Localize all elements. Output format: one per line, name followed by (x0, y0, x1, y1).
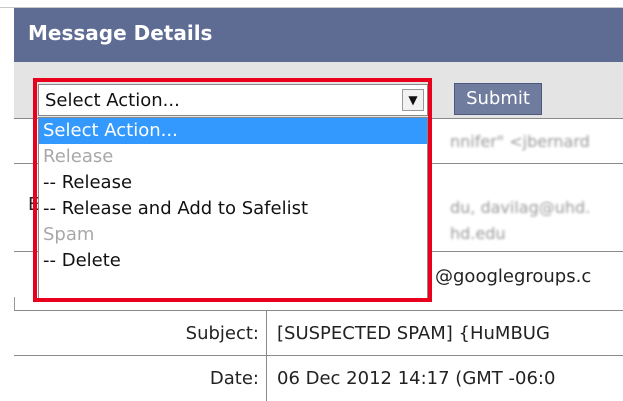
detail-row-subject: Subject: [SUSPECTED SPAM] {HuMBUG (14, 310, 623, 356)
date-label: Date: (209, 368, 259, 389)
subject-value: [SUSPECTED SPAM] {HuMBUG (277, 323, 550, 344)
top-strip (0, 0, 623, 8)
recipients-value-line2: hd.edu (450, 224, 506, 243)
from-value-partial: nnifer" <jbernard (450, 132, 590, 151)
option-release[interactable]: -- Release (39, 170, 427, 196)
submit-button[interactable]: Submit (454, 83, 542, 115)
panel-title: Message Details (28, 21, 213, 45)
detail-row-date: Date: 06 Dec 2012 14:17 (GMT -06:0 (14, 355, 623, 401)
chevron-down-icon[interactable]: ▼ (402, 89, 424, 111)
option-delete[interactable]: -- Delete (39, 248, 427, 274)
action-dropdown-list: Select Action... Release -- Release -- R… (38, 117, 428, 300)
to-value-partial: @googlegroups.c (435, 266, 592, 287)
date-value: 06 Dec 2012 14:17 (GMT -06:0 (277, 368, 556, 389)
option-select-action[interactable]: Select Action... (39, 118, 427, 144)
optgroup-release: Release (43, 146, 114, 167)
recipients-value-line1: du, davilag@uhd. (450, 198, 591, 217)
subject-label: Subject: (185, 323, 259, 344)
row-divider (266, 356, 267, 401)
action-select[interactable]: Select Action... ▼ (38, 84, 428, 116)
optgroup-spam: Spam (43, 224, 95, 245)
action-select-value: Select Action... (45, 90, 180, 111)
message-details-panel: Message Details nnifer" <jbernard E du, … (0, 0, 623, 401)
option-release-add-safelist[interactable]: -- Release and Add to Safelist (39, 196, 427, 222)
row-divider (266, 311, 267, 356)
